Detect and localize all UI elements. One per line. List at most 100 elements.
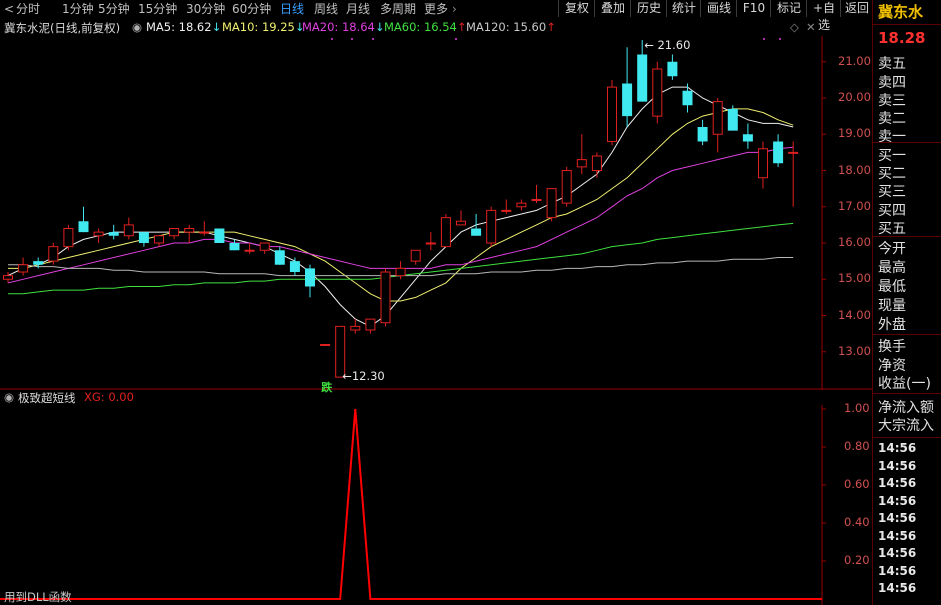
candle-body-up <box>48 246 59 262</box>
divider <box>873 24 941 25</box>
quote-label-1: 卖四 <box>878 75 906 91</box>
candle-body-up <box>123 224 134 237</box>
candle-body-up <box>18 264 29 273</box>
candle-body-down <box>773 141 784 164</box>
marker-dot <box>351 38 353 40</box>
marker-dot <box>331 38 333 40</box>
candle-body-down <box>289 261 300 272</box>
candle-body-up <box>395 267 406 277</box>
current-price: 18.28 <box>878 29 926 47</box>
candle-body-down <box>471 228 482 236</box>
candle-body-up <box>3 275 13 280</box>
quote-label-3: 卖二 <box>878 111 906 127</box>
tab-10[interactable]: 更多 <box>424 1 448 17</box>
tab-8[interactable]: 月线 <box>346 1 370 17</box>
quote-label-6: 买二 <box>878 166 906 182</box>
candle-body-down <box>742 134 753 142</box>
tab-2[interactable]: 5分钟 <box>98 1 130 17</box>
candle-body-down <box>637 54 648 102</box>
indicator-chart[interactable] <box>0 405 872 605</box>
marker-dot <box>763 38 765 40</box>
more-chevron-icon[interactable]: › <box>452 1 457 17</box>
tab-6[interactable]: 日线 <box>280 1 304 17</box>
tab-5[interactable]: 60分钟 <box>232 1 271 17</box>
ma-line-ma5 <box>7 86 794 327</box>
candle-body-up <box>320 344 331 346</box>
ma20-label: MA20: 18.64↓ <box>302 20 385 34</box>
candle-body-up <box>758 148 768 179</box>
quote-label-11: 最高 <box>878 260 906 276</box>
toolbar-button-4[interactable]: 画线 <box>700 0 737 17</box>
tab-3[interactable]: 15分钟 <box>138 1 177 17</box>
candle-body-down <box>138 232 149 243</box>
indicator-settings-icon[interactable]: ◉ <box>4 390 14 404</box>
candle-body-down <box>33 261 44 265</box>
settings-circle-icon[interactable]: ◉ <box>132 20 142 34</box>
diamond-icon[interactable]: ◇ <box>790 20 799 34</box>
indicator-tick-label: 0.40 <box>844 515 870 529</box>
toolbar-button-2[interactable]: 历史 <box>630 0 667 17</box>
candle-body-down <box>667 61 678 77</box>
candle-body-down <box>682 90 693 106</box>
tab-7[interactable]: 周线 <box>314 1 338 17</box>
collapse-chevron-icon[interactable]: < <box>4 1 14 17</box>
candle-body-down <box>78 221 89 233</box>
candle-body-up <box>712 101 723 135</box>
indicator-value: XG: 0.00 <box>84 390 134 404</box>
quote-label-8: 买四 <box>878 203 906 219</box>
candle-body-down <box>305 268 315 287</box>
candle-body-up <box>154 235 164 244</box>
ma-legend-bar: 冀东水泥(日线,前复权) ◉ MA5: 18.62↓ MA10: 19.25↓ … <box>0 19 822 36</box>
quote-label-14: 外盘 <box>878 317 906 333</box>
marker-dot <box>455 38 457 40</box>
panel-divider <box>873 236 941 237</box>
tab-1[interactable]: 1分钟 <box>62 1 94 17</box>
indicator-tick-label: 0.60 <box>844 477 870 491</box>
price-axis: 21.00 20.00 19.00 18.00 17.00 16.00 15.00 14.00… <box>822 36 872 390</box>
toolbar-button-3[interactable]: 统计 <box>666 0 701 17</box>
toolbar-button-0[interactable]: 复权 <box>558 0 595 17</box>
panel-divider <box>873 393 941 394</box>
tick-time-8: 14:56 <box>878 581 917 595</box>
candle-body-up <box>561 170 572 204</box>
tab-0[interactable]: 分时 <box>16 1 40 17</box>
quote-label-7: 买三 <box>878 184 906 200</box>
candle-body-up <box>63 228 74 248</box>
marker-dot <box>372 38 374 40</box>
toolbar-button-5[interactable]: F10 <box>736 0 771 17</box>
marker-dot <box>779 38 781 40</box>
tick-time-1: 14:56 <box>878 458 917 473</box>
quote-label-18: 净流入额 <box>878 400 934 416</box>
indicator-header: ◉ 极致超短线 XG: 0.00 <box>0 390 822 405</box>
tab-9[interactable]: 多周期 <box>380 1 416 17</box>
toolbar-button-7[interactable]: +自选 <box>806 0 841 32</box>
quote-label-12: 最低 <box>878 279 906 295</box>
tick-time-5: 14:56 <box>878 528 917 543</box>
quote-label-4: 卖一 <box>878 129 906 145</box>
candle-body-down <box>214 228 225 243</box>
candle-body-up <box>184 228 195 233</box>
period-toolbar: < 分时 1分钟 5分钟 15分钟 30分钟 60分钟 日线 周线 月线 多周期 更多 › 复权 叠加历… <box>0 0 873 32</box>
quote-label-15: 换手 <box>878 339 906 355</box>
panel-divider <box>873 334 941 335</box>
candle-body-up <box>607 86 617 142</box>
toolbar-button-8[interactable]: 返回 <box>840 0 873 17</box>
ma10-label: MA10: 19.25↓ <box>222 20 305 34</box>
candle-body-up <box>350 325 361 331</box>
candle-body-up <box>501 209 512 212</box>
close-icon[interactable]: ✕ <box>806 20 816 34</box>
candle-body-up <box>456 220 466 226</box>
candlestick-chart[interactable] <box>0 36 872 390</box>
indicator-tick-label: 0.20 <box>844 553 870 567</box>
toolbar-button-6[interactable]: 标记 <box>770 0 807 17</box>
candle-body-up <box>169 228 180 237</box>
quote-label-19: 大宗流入 <box>878 418 934 434</box>
candle-body-up <box>244 249 255 252</box>
quote-label-0: 卖五 <box>878 56 906 72</box>
toolbar-button-1[interactable]: 叠加 <box>594 0 631 17</box>
candle-body-down <box>622 83 633 117</box>
ma60-label: MA60: 16.54↑ <box>384 20 467 34</box>
stock-title: 冀东水泥(日线,前复权) <box>4 21 121 35</box>
tab-4[interactable]: 30分钟 <box>186 1 225 17</box>
indicator-tick-label: 0.80 <box>844 439 870 453</box>
